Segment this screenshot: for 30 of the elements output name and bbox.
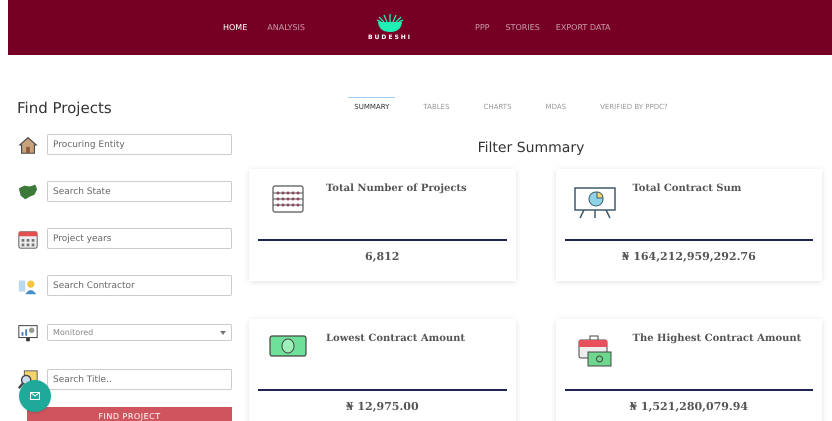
message-button[interactable] (19, 380, 51, 412)
nav-link[interactable]: EXPORT DATA (556, 22, 610, 34)
card-value: 6,812 (364, 248, 400, 264)
search-field[interactable]: Search State (47, 181, 232, 202)
bowl-logo-icon (375, 13, 405, 33)
search-field[interactable]: Procuring Entity (47, 134, 232, 155)
search-field[interactable]: Search Contractor (47, 275, 232, 296)
sidebar-title: Find Projects (17, 98, 113, 119)
mail-icon (30, 392, 40, 400)
card-value: ₦ 1,521,280,079.94 (628, 398, 750, 414)
card-value: ₦ 164,212,959,292.76 (620, 248, 757, 264)
briefcase-money-icon (578, 334, 612, 366)
nav-link[interactable]: STORIES (505, 22, 540, 34)
filter-summary-heading: Filter Summary (476, 138, 586, 158)
card-value: ₦ 12,975.00 (344, 398, 420, 414)
nav-link[interactable]: HOME (222, 22, 248, 34)
search-field[interactable]: Project years (47, 228, 232, 249)
nav-link[interactable]: ANALYSIS (267, 22, 305, 34)
monitored-dropdown[interactable]: Monitored (47, 324, 232, 341)
find-project-button[interactable]: FIND PROJECT (27, 406, 232, 421)
card-title: Lowest Contract Amount (326, 332, 466, 346)
search-field[interactable]: Search Title.. (47, 369, 232, 390)
banknote-icon (269, 334, 307, 356)
card-title: Total Number of Projects (326, 182, 467, 196)
presentation-chart-icon (574, 184, 616, 218)
caret-icon (220, 330, 226, 334)
nav-link[interactable]: PPP (475, 22, 490, 34)
card-title: The Highest Contract Amount (632, 332, 802, 346)
card-title: Total Contract Sum (632, 182, 742, 196)
abacus-icon (272, 184, 304, 212)
